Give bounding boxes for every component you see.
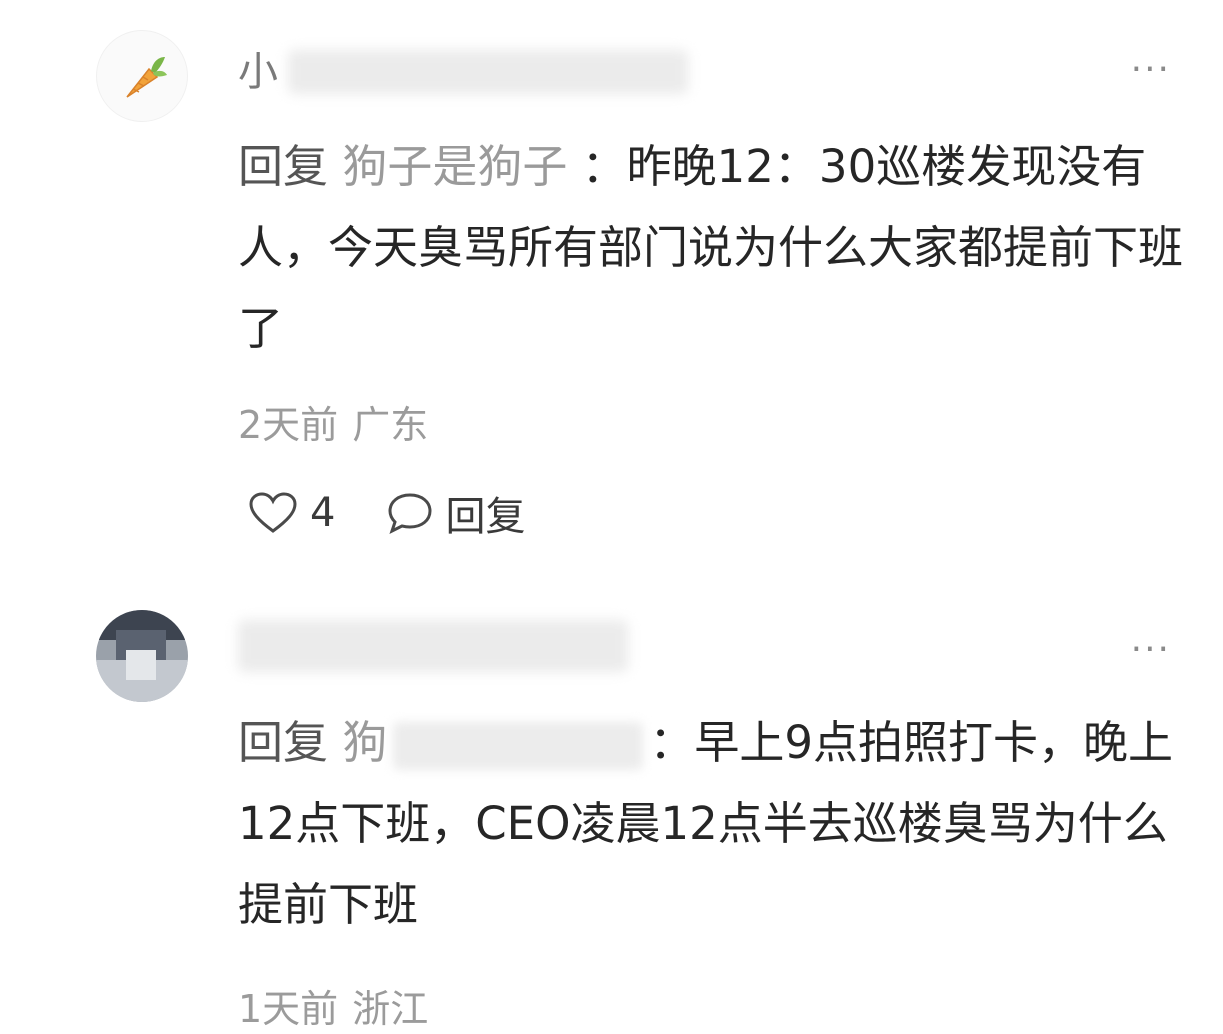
carrot-icon — [126, 57, 167, 98]
reply-separator: ： — [581, 140, 627, 193]
avatar-pixel — [126, 650, 156, 680]
reply-target-blur — [393, 722, 644, 770]
more-dots-icon[interactable]: ··· — [1131, 52, 1171, 88]
username-blur — [238, 620, 628, 672]
speech-bubble-icon — [388, 493, 432, 534]
username[interactable]: 小 — [238, 42, 698, 102]
comment-text: 回复 狗子是狗子 ：昨晚12：30巡楼发现没有人，今天臭骂所有部门说为什么大家都… — [238, 126, 1188, 369]
comment-text: 回复 狗：早上9点拍照打卡，晚上12点下班，CEO凌晨12点半去巡楼臭骂为什么提… — [238, 702, 1188, 945]
avatar[interactable] — [96, 610, 188, 702]
like-button[interactable]: 4 — [248, 490, 335, 536]
reply-prefix: 回复 — [238, 140, 329, 193]
username[interactable] — [238, 616, 638, 676]
reply-label: 回复 — [445, 494, 526, 540]
comment-meta: 1天前 浙江 — [238, 978, 428, 1033]
comment-meta: 2天前 广东 — [238, 394, 428, 449]
heart-outline-icon — [249, 492, 297, 533]
comment-time: 1天前 — [238, 987, 339, 1031]
reply-separator: ： — [649, 716, 695, 769]
reply-target-username[interactable]: 狗 — [342, 716, 387, 769]
username-visible-part: 小 — [238, 49, 278, 95]
username-blur — [288, 50, 688, 94]
reply-prefix: 回复 — [238, 716, 329, 769]
comment-location: 浙江 — [352, 987, 429, 1031]
comment-location: 广东 — [352, 403, 429, 447]
reply-target-username[interactable]: 狗子是狗子 — [342, 140, 567, 193]
comment-item: ··· 回复 狗：早上9点拍照打卡，晚上12点下班，CEO凌晨12点半去巡楼臭骂… — [0, 560, 1223, 1034]
comment-time: 2天前 — [238, 403, 339, 447]
comment-actions: 4 回复 — [248, 488, 525, 540]
reply-button[interactable]: 回复 — [387, 484, 525, 542]
comment-item: 小 ··· 回复 狗子是狗子 ：昨晚12：30巡楼发现没有人，今天臭骂所有部门说… — [0, 0, 1223, 560]
more-dots-icon[interactable]: ··· — [1131, 632, 1171, 668]
avatar[interactable] — [96, 30, 188, 122]
like-count: 4 — [310, 490, 336, 536]
